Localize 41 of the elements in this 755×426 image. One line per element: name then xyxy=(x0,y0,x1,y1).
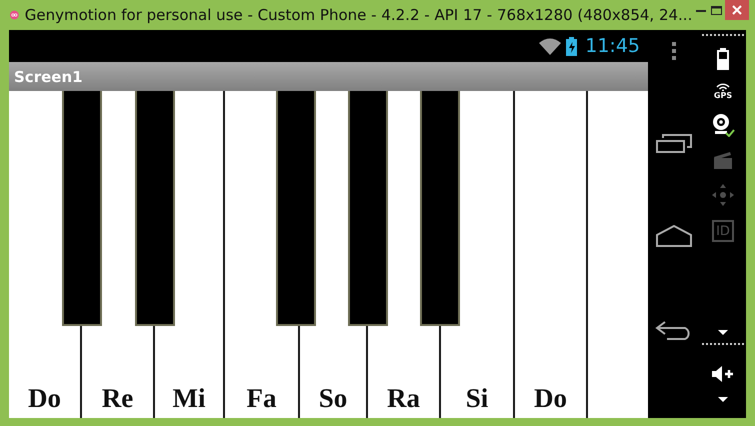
home-button[interactable] xyxy=(656,225,692,248)
battery-icon xyxy=(717,48,729,70)
sharp-piano-key[interactable] xyxy=(62,91,102,326)
wifi-icon xyxy=(539,38,562,54)
note-label: Do xyxy=(28,383,61,414)
note-label: Re xyxy=(102,383,134,414)
battery-widget-button[interactable] xyxy=(717,48,729,70)
close-button[interactable] xyxy=(725,0,749,20)
sharp-piano-key[interactable] xyxy=(276,91,316,326)
recents-button[interactable] xyxy=(656,132,692,153)
recents-icon xyxy=(656,132,692,153)
clock-time: 11:45 xyxy=(585,35,640,57)
gps-label: GPS xyxy=(714,91,732,100)
maximize-icon xyxy=(711,6,722,14)
minimize-icon xyxy=(696,8,706,12)
gps-widget-button[interactable]: GPS xyxy=(714,83,732,100)
window-title: Genymotion for personal use - Custom Phone - 4.2.2 - API 17 - 768x1280 (480x854, 24... xyxy=(24,6,692,24)
clapperboard-icon xyxy=(713,150,733,170)
webcam-widget-button[interactable] xyxy=(711,113,735,137)
app-title: Screen1 xyxy=(14,68,83,86)
caret-down-icon xyxy=(718,397,728,402)
note-label: Do xyxy=(534,383,567,414)
sharp-piano-key[interactable] xyxy=(135,91,175,326)
note-label: Si xyxy=(466,383,488,414)
sharp-piano-key[interactable] xyxy=(348,91,388,326)
battery-icon xyxy=(566,36,578,56)
note-label: So xyxy=(318,383,348,414)
signal-waves-icon xyxy=(716,83,730,91)
webcam-icon xyxy=(711,113,735,137)
close-icon xyxy=(732,5,742,15)
note-label: Ra xyxy=(387,383,420,414)
home-icon xyxy=(656,225,692,248)
overflow-menu-button[interactable] xyxy=(672,42,676,60)
dpad-arrows-icon xyxy=(711,183,735,207)
note-label: Mi xyxy=(172,383,206,414)
volume-up-button[interactable] xyxy=(711,365,735,383)
caret-down-icon xyxy=(718,330,728,335)
sharp-piano-key[interactable] xyxy=(420,91,460,326)
note-label: Fa xyxy=(246,383,276,414)
overflow-dots-icon xyxy=(672,42,676,60)
speaker-plus-icon xyxy=(711,365,735,383)
